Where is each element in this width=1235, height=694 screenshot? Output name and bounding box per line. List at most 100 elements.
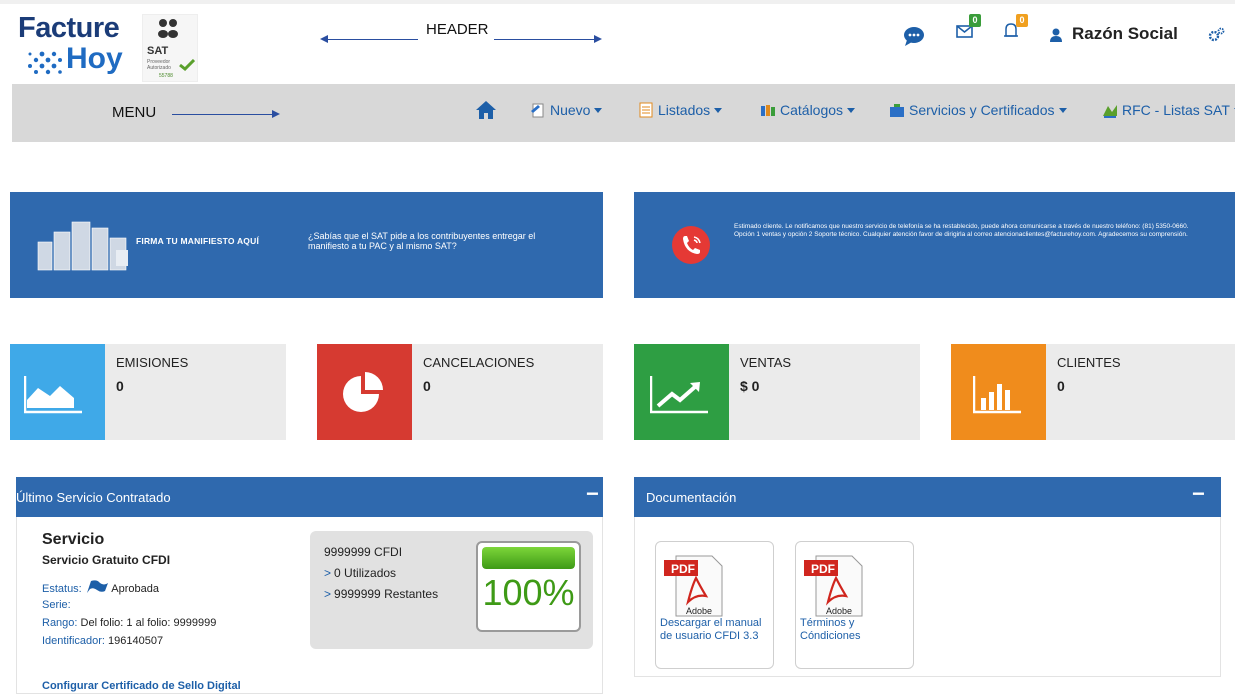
progress-track <box>482 547 575 569</box>
status-label: Estatus: <box>42 583 82 595</box>
stat-value: $ 0 <box>740 378 760 394</box>
mail-badge: 0 <box>969 14 981 27</box>
sat-dots-icon <box>158 19 178 38</box>
check-icon <box>179 59 195 71</box>
menu-listados-label: Listados <box>658 102 711 118</box>
annotation-arrow-right-icon <box>594 35 602 43</box>
notice-text: Estimado cliente. Le notificamos que nue… <box>734 223 1189 238</box>
menu-home[interactable] <box>475 100 497 122</box>
service-panel-title: Último Servicio Contratado <box>16 490 171 505</box>
menu-annotation: MENU <box>112 104 157 121</box>
rango-label: Rango: <box>42 617 78 629</box>
logo-text-hoy: Hoy <box>66 42 123 75</box>
area-chart-icon <box>24 376 82 414</box>
header-annotation: HEADER <box>426 21 489 38</box>
docs-panel-title: Documentación <box>646 490 737 505</box>
home-icon <box>476 101 496 119</box>
status-value: Aprobada <box>111 583 159 595</box>
svg-text:PDF: PDF <box>671 562 695 576</box>
stat-label: VENTAS <box>740 355 792 370</box>
notice-banner: Estimado cliente. Le notificamos que nue… <box>634 192 1235 298</box>
collapse-button[interactable]: − <box>586 481 599 507</box>
chevron-down-icon <box>1058 108 1067 113</box>
stat-value: 0 <box>1057 378 1065 394</box>
chevron-right-icon: > <box>324 587 332 601</box>
progress-fill <box>482 547 575 569</box>
doc-manual[interactable]: PDF Adobe Descargar el manual de usuario… <box>655 541 774 669</box>
pie-chart-icon <box>343 372 383 412</box>
id-value: 196140507 <box>108 635 164 647</box>
svg-text:Adobe: Adobe <box>826 606 852 616</box>
settings-button[interactable] <box>1208 26 1234 56</box>
docs-panel-header: Documentación − <box>634 477 1221 517</box>
configure-certificate-link[interactable]: Configurar Certificado de Sello Digital <box>42 680 241 692</box>
cancelaciones-square <box>317 344 412 440</box>
chevron-down-icon <box>847 108 856 113</box>
menu-catalogos[interactable]: Catálogos <box>760 102 856 124</box>
mail-button[interactable]: 0 <box>955 14 981 44</box>
catalog-icon <box>761 105 775 116</box>
stat-clientes[interactable]: CLIENTES 0 <box>951 344 1235 440</box>
user-name-menu[interactable]: Razón Social <box>1072 24 1178 44</box>
sat-seal: SAT Proveedor Autorizado 55788 <box>142 14 198 82</box>
sat-label: SAT <box>147 45 169 57</box>
usage-gauge: 100% <box>476 541 581 632</box>
doc-terms[interactable]: PDF Adobe Términos y Cóndiciones <box>795 541 914 669</box>
buildings-icon <box>37 221 128 271</box>
doc-manual-label: Descargar el manual de usuario CFDI 3.3 <box>660 617 762 642</box>
service-panel-header: Último Servicio Contratado − <box>16 477 603 517</box>
stat-label: CANCELACIONES <box>423 355 535 370</box>
rango-value: Del folio: 1 al folio: 9999999 <box>80 617 217 629</box>
service-name: Servicio Gratuito CFDI <box>42 553 171 567</box>
collapse-button[interactable]: − <box>1192 481 1205 507</box>
svg-text:Adobe: Adobe <box>686 606 712 616</box>
service-rango-row: Rango: Del folio: 1 al folio: 9999999 <box>42 617 216 629</box>
services-icon <box>890 104 904 117</box>
ventas-square <box>634 344 729 440</box>
service-id-row: Identificador: 196140507 <box>42 635 163 647</box>
menu-nuevo[interactable]: Nuevo <box>530 102 603 124</box>
menu-listados[interactable]: Listados <box>638 102 723 124</box>
chevron-right-icon: > <box>324 566 332 580</box>
chat-icon <box>904 27 924 46</box>
list-icon <box>639 102 653 118</box>
manifiesto-banner[interactable]: FIRMA TU MANIFIESTO AQUÍ ¿Sabías que el … <box>10 192 603 298</box>
gears-icon <box>1208 27 1225 42</box>
stat-emisiones[interactable]: EMISIONES 0 <box>10 344 286 440</box>
bar-chart-icon <box>973 376 1021 414</box>
id-label: Identificador: <box>42 635 105 647</box>
service-status-row: Estatus: Aprobada <box>42 580 159 595</box>
trend-up-icon <box>650 376 708 414</box>
flag-icon <box>86 580 108 593</box>
logo-text-facture: Facture <box>18 12 120 44</box>
user-icon <box>1050 28 1062 42</box>
facturehoy-logo[interactable]: Facture Hoy <box>18 12 148 82</box>
annotation-line <box>494 39 594 40</box>
stat-value: 0 <box>423 378 431 394</box>
alerts-button[interactable]: 0 <box>1002 14 1028 44</box>
menu-servicios[interactable]: Servicios y Certificados <box>889 102 1067 124</box>
main-menu: MENU Nuevo Listados Catálogos Servicios … <box>12 84 1235 142</box>
phone-icon <box>672 226 710 264</box>
stat-cancelaciones[interactable]: CANCELACIONES 0 <box>317 344 603 440</box>
cfdi-usage-box: 9999999 CFDI >0 Utilizados >9999999 Rest… <box>310 531 593 649</box>
doc-terms-label: Términos y Cóndiciones <box>800 617 861 642</box>
annotation-line <box>326 39 418 40</box>
stat-label: CLIENTES <box>1057 355 1121 370</box>
service-heading: Servicio <box>42 531 105 548</box>
manifiesto-message: ¿Sabías que el SAT pide a los contribuye… <box>308 231 536 251</box>
stat-ventas[interactable]: VENTAS $ 0 <box>634 344 920 440</box>
menu-nuevo-label: Nuevo <box>550 102 591 118</box>
cfdi-used-row: >0 Utilizados <box>324 566 396 580</box>
annotation-arrow-right-icon <box>272 110 280 118</box>
stat-value: 0 <box>116 378 124 394</box>
cfdi-used: 0 Utilizados <box>334 566 397 580</box>
rfc-icon <box>1103 105 1117 118</box>
chat-button[interactable] <box>903 26 929 56</box>
menu-rfc[interactable]: RFC - Listas SAT <box>1102 102 1235 124</box>
annotation-line <box>172 114 272 115</box>
menu-servicios-label: Servicios y Certificados <box>909 102 1055 118</box>
emisiones-square <box>10 344 105 440</box>
header: Facture Hoy SAT Proveedor Autorizado 557… <box>0 0 1235 84</box>
cfdi-total: 9999999 CFDI <box>324 545 403 559</box>
